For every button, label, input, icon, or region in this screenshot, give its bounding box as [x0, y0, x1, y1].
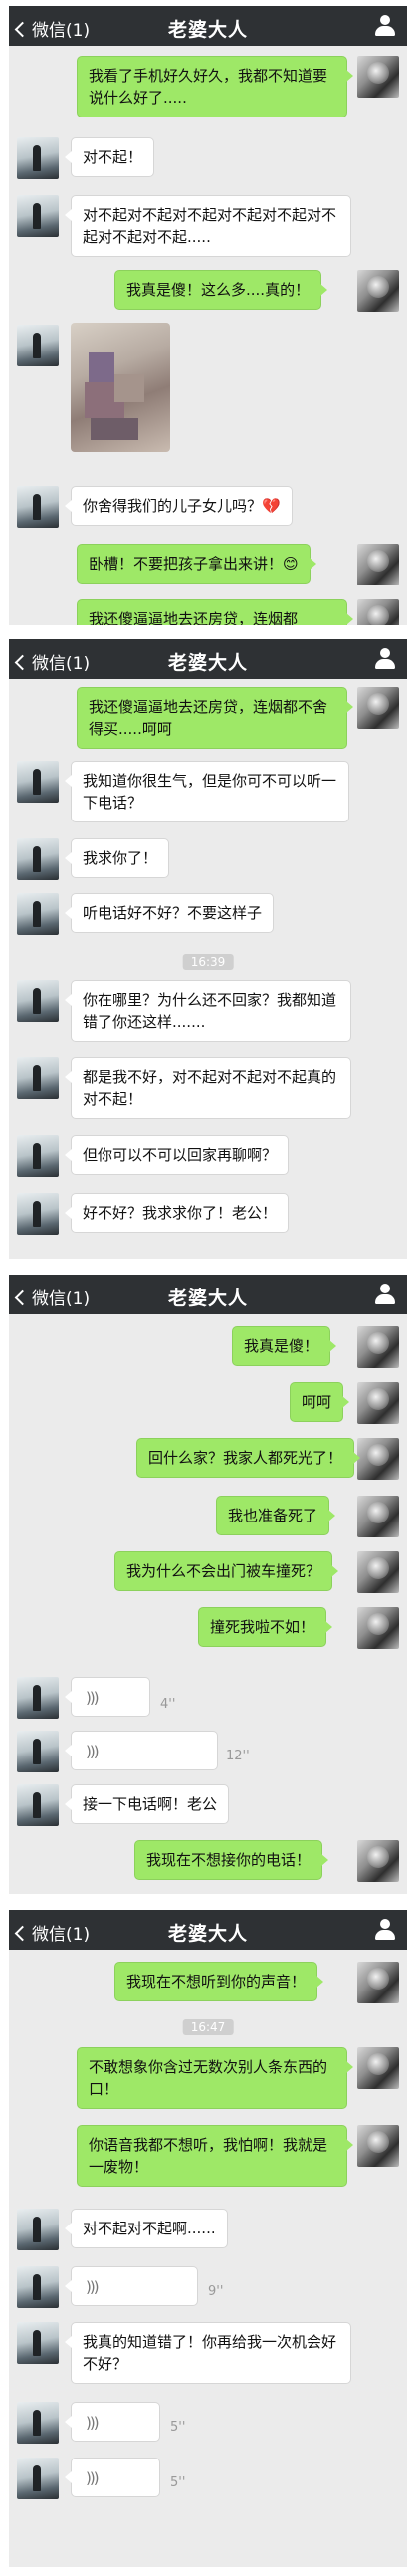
avatar-wife[interactable] — [17, 1784, 59, 1826]
avatar-wife[interactable] — [17, 1135, 59, 1177]
sent-message: 我也准备死了 — [216, 1496, 336, 1535]
voice-message[interactable]: ))) — [65, 1677, 150, 1717]
received-message: 我真的知道错了！你再给我一次机会好不好？ — [65, 2322, 351, 2384]
chat-title: 老婆大人 — [167, 1923, 248, 1945]
chat-header: 微信(1) 老婆大人 — [9, 6, 407, 46]
avatar-me[interactable] — [357, 1382, 399, 1424]
received-message: 接一下电话啊！老公 — [64, 1784, 230, 1824]
chat-header: 微信(1) 老婆大人 — [9, 639, 407, 679]
voice-duration: 5'' — [170, 2475, 186, 2490]
avatar-me[interactable] — [357, 687, 399, 729]
chat-screenshot-3: 微信(1) 老婆大人 我真是傻！ 呵呵 回什么家？我家人都死光了！ 我也准备死了… — [9, 1275, 407, 1894]
avatar-me[interactable] — [357, 599, 399, 625]
sent-message: 我现在不想听到你的声音！ — [114, 1962, 324, 2001]
avatar-wife[interactable] — [17, 195, 59, 237]
received-message: 我求你了！ — [64, 838, 170, 878]
avatar-wife[interactable] — [17, 1677, 59, 1719]
sent-message: 呵呵 — [290, 1382, 350, 1422]
avatar-me[interactable] — [357, 270, 399, 312]
voice-message[interactable]: ))) — [65, 1731, 218, 1770]
avatar-wife[interactable] — [17, 2458, 59, 2499]
sent-message: 卧槽！不要把孩子拿出来讲！😊 — [77, 544, 316, 584]
chat-screenshot-2: 微信(1) 老婆大人 我还傻逼逼地去还房贷，连烟都不舍得买.....呵呵 我知道… — [9, 639, 407, 1259]
chat-title: 老婆大人 — [167, 652, 248, 674]
sent-message: 我看了手机好久好久，我都不知道要说什么好了..... — [77, 56, 353, 117]
avatar-wife[interactable] — [17, 2209, 59, 2250]
avatar-wife[interactable] — [17, 325, 59, 366]
person-icon[interactable] — [375, 1919, 395, 1941]
avatar-me[interactable] — [357, 2125, 399, 2167]
sent-message: 回什么家？我家人都死光了！ — [136, 1438, 361, 1478]
person-icon[interactable] — [375, 1284, 395, 1305]
person-icon[interactable] — [375, 648, 395, 670]
avatar-wife[interactable] — [17, 2266, 59, 2308]
received-message: 好不好？我求求你了！老公！ — [64, 1193, 290, 1233]
avatar-wife[interactable] — [17, 761, 59, 803]
sent-message: 我还傻逼逼地去还房贷，连烟都不舍得买.....呵呵 — [77, 687, 353, 749]
avatar-me[interactable] — [357, 544, 399, 585]
avatar-me[interactable] — [357, 1496, 399, 1537]
avatar-wife[interactable] — [17, 1057, 59, 1099]
voice-duration: 9'' — [208, 2284, 224, 2299]
chat-header: 微信(1) 老婆大人 — [9, 1910, 407, 1950]
avatar-me[interactable] — [357, 1438, 399, 1480]
received-message: 听电话好不好？不要这样子 — [64, 893, 275, 933]
voice-wave-icon: ))) — [86, 1743, 99, 1760]
avatar-me[interactable] — [357, 1962, 399, 2003]
voice-duration: 4'' — [160, 1697, 176, 1712]
received-message: 我知道你很生气，但是你可不可以听一下电话？ — [65, 761, 349, 822]
smile-icon: 😊 — [283, 555, 299, 573]
broken-heart-icon: 💔 — [262, 497, 281, 515]
avatar-me[interactable] — [357, 2047, 399, 2089]
sent-message: 我还傻逼逼地去还房贷，连烟都 — [77, 599, 353, 625]
avatar-wife[interactable] — [17, 1193, 59, 1235]
voice-wave-icon: ))) — [86, 2469, 99, 2487]
blurred-photo-message[interactable] — [71, 323, 170, 452]
voice-wave-icon: ))) — [86, 1689, 99, 1707]
chat-screenshot-1: 微信(1) 老婆大人 我看了手机好久好久，我都不知道要说什么好了..... 对不… — [9, 6, 407, 625]
received-message: 对不起！ — [64, 137, 155, 177]
avatar-wife[interactable] — [17, 486, 59, 528]
sent-message: 撞死我啦不如！ — [198, 1607, 333, 1647]
timestamp: 16:47 — [182, 2019, 234, 2035]
avatar-me[interactable] — [357, 1840, 399, 1882]
received-message: 对不起对不起啊...... — [65, 2209, 228, 2248]
voice-message[interactable]: ))) — [65, 2458, 160, 2497]
voice-message[interactable]: ))) — [65, 2402, 160, 2442]
voice-message[interactable]: ))) — [65, 2266, 198, 2306]
voice-duration: 5'' — [170, 2420, 186, 2435]
received-message: 你在哪里？为什么还不回家？我都知道错了你还这样....... — [65, 980, 351, 1042]
avatar-wife[interactable] — [17, 838, 59, 880]
sent-message: 我真是傻！ — [232, 1326, 337, 1366]
voice-wave-icon: ))) — [86, 2278, 99, 2296]
voice-wave-icon: ))) — [86, 2414, 99, 2432]
avatar-wife[interactable] — [17, 1731, 59, 1772]
avatar-me[interactable] — [357, 56, 399, 98]
avatar-wife[interactable] — [17, 137, 59, 179]
voice-duration: 12'' — [226, 1749, 250, 1763]
sent-message: 我为什么不会出门被车撞死？ — [114, 1551, 339, 1591]
received-message: 都是我不好，对不起对不起对不起真的对不起！ — [65, 1057, 351, 1119]
avatar-wife[interactable] — [17, 2402, 59, 2444]
received-message: 但你可以不可以回家再聊啊？ — [64, 1135, 290, 1175]
avatar-wife[interactable] — [17, 2322, 59, 2364]
sent-message: 你语音我都不想听，我怕啊！我就是一废物！ — [77, 2125, 353, 2187]
received-message: 你舍得我们的儿子女儿吗？💔 — [65, 486, 293, 526]
sent-message: 我现在不想接你的电话！ — [134, 1840, 329, 1880]
chat-screenshot-4: 微信(1) 老婆大人 我现在不想听到你的声音！ 16:47 不敢想象你含过无数次… — [9, 1910, 407, 2567]
chat-header: 微信(1) 老婆大人 — [9, 1275, 407, 1314]
avatar-wife[interactable] — [17, 893, 59, 935]
chat-title: 老婆大人 — [167, 19, 248, 41]
timestamp: 16:39 — [182, 954, 234, 970]
avatar-me[interactable] — [357, 1326, 399, 1368]
person-icon[interactable] — [375, 15, 395, 37]
chat-title: 老婆大人 — [167, 1288, 248, 1309]
sent-message: 不敢想象你含过无数次别人条东西的口！ — [77, 2047, 353, 2109]
avatar-wife[interactable] — [17, 980, 59, 1022]
avatar-me[interactable] — [357, 1551, 399, 1593]
avatar-me[interactable] — [357, 1607, 399, 1649]
received-message: 对不起对不起对不起对不起对不起对不起对不起对不起..... — [65, 195, 351, 257]
sent-message: 我真是傻！这么多....真的！ — [114, 270, 328, 310]
